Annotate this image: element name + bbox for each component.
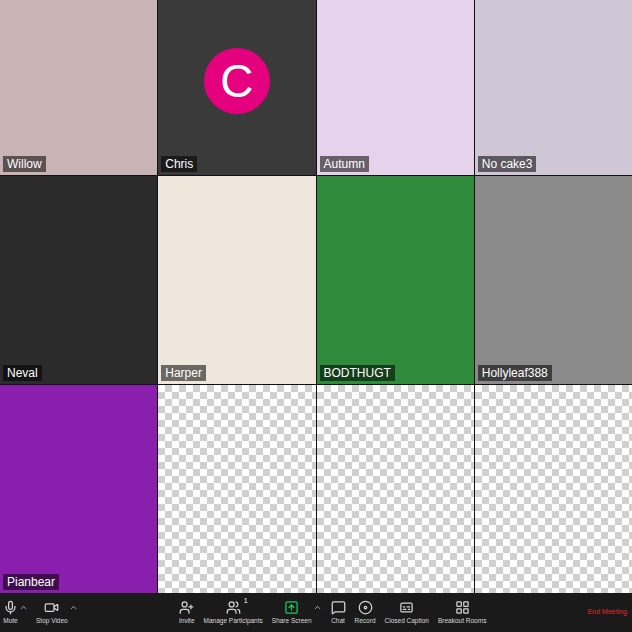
participant-name: Willow [3, 156, 46, 172]
participant-tile[interactable]: Harper [158, 176, 315, 384]
gallery-grid: Willow C Chris Autumn No cake3 Neval Harper BOD… [0, 0, 632, 593]
participant-tile[interactable]: BODTHUGT [317, 176, 474, 384]
toolbar-button[interactable]: Closed Caption [385, 600, 429, 625]
breakout-rooms-icon [455, 600, 470, 615]
chat-icon [331, 600, 346, 615]
empty-tile [475, 385, 632, 593]
participant-count-badge: 1 [244, 597, 248, 604]
participant-tile[interactable]: Pianbear [0, 385, 157, 593]
participant-tile[interactable]: Willow [0, 0, 157, 175]
participant-tile[interactable]: Neval [0, 176, 157, 384]
toolbar-button[interactable]: Breakout Rooms [438, 600, 486, 625]
menu-arrow-icon[interactable] [19, 603, 28, 612]
participant-name: Pianbear [3, 574, 59, 590]
participant-name: Harper [161, 365, 206, 381]
microphone-icon [3, 600, 18, 615]
participant-tile[interactable]: Hollyleaf388 [475, 176, 632, 384]
camera-icon [44, 600, 59, 615]
empty-tile [158, 385, 315, 593]
toolbar-button[interactable]: Invite [179, 600, 195, 625]
meeting-toolbar: Mute Stop Video Invite 1Manage Participants… [0, 593, 632, 632]
share-screen-icon [284, 600, 299, 615]
avatar-circle: C [204, 48, 270, 114]
record-icon [358, 600, 373, 615]
zoom-meeting-window: Willow C Chris Autumn No cake3 Neval Harper BOD… [0, 0, 632, 632]
participant-name: Hollyleaf388 [478, 365, 552, 381]
closed-caption-icon [399, 600, 414, 615]
end-meeting-button[interactable]: End Meeting [588, 607, 629, 618]
toolbar-button[interactable]: Share Screen [272, 600, 322, 625]
participant-tile[interactable]: Autumn [317, 0, 474, 175]
menu-arrow-icon[interactable] [313, 603, 322, 612]
participant-name: Neval [3, 365, 42, 381]
participant-tile[interactable]: No cake3 [475, 0, 632, 175]
participant-name: No cake3 [478, 156, 537, 172]
participant-tile[interactable]: C Chris [158, 0, 315, 175]
participant-name: Autumn [320, 156, 369, 172]
toolbar-button[interactable]: Mute [3, 600, 28, 625]
toolbar-button[interactable]: Record [355, 600, 376, 625]
empty-tile [317, 385, 474, 593]
invite-icon [179, 600, 194, 615]
participant-name: BODTHUGT [320, 365, 395, 381]
participant-name: Chris [161, 156, 197, 172]
toolbar-button[interactable]: Stop Video [36, 600, 78, 625]
toolbar-button[interactable]: 1Manage Participants [204, 600, 263, 625]
toolbar-button[interactable]: Chat [331, 600, 346, 625]
menu-arrow-icon[interactable] [69, 603, 78, 612]
participants-icon [226, 600, 241, 615]
